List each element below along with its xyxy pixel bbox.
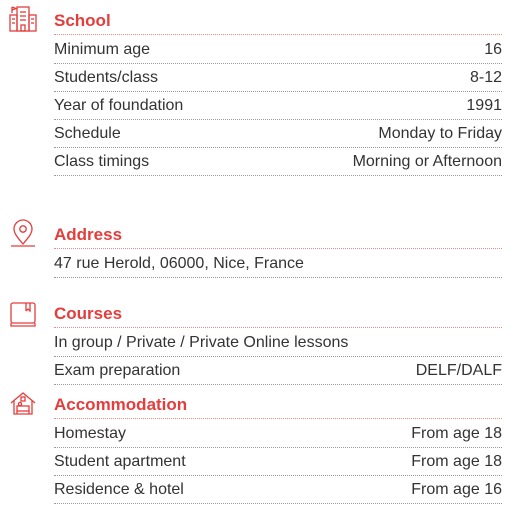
school-rows: Minimum age 16 Students/class 8-12 Year … bbox=[54, 36, 502, 176]
accommodation-section: Accommodation Homestay From age 18 Stude… bbox=[8, 390, 508, 518]
courses-rows: In group / Private / Private Online less… bbox=[54, 329, 502, 385]
courses-section: Courses In group / Private / Private Onl… bbox=[8, 298, 508, 392]
book-icon bbox=[8, 300, 38, 330]
row-value: From age 18 bbox=[411, 424, 502, 442]
row-label: Class timings bbox=[54, 152, 150, 170]
table-row: Minimum age 16 bbox=[54, 36, 502, 64]
table-row: In group / Private / Private Online less… bbox=[54, 329, 502, 357]
row-value: From age 16 bbox=[411, 480, 502, 498]
school-section: School Minimum age 16 Students/class 8-1… bbox=[8, 2, 508, 214]
section-title-accommodation: Accommodation bbox=[54, 392, 502, 419]
table-row: Residence & hotel From age 16 bbox=[54, 476, 502, 504]
address-rows: 47 rue Herold, 06000, Nice, France bbox=[54, 250, 502, 278]
table-row: Schedule Monday to Friday bbox=[54, 120, 502, 148]
row-label: Homestay bbox=[54, 424, 127, 442]
row-value: 16 bbox=[484, 40, 502, 58]
row-value: Morning or Afternoon bbox=[352, 152, 502, 170]
section-title-address: Address bbox=[54, 222, 502, 249]
row-label: Residence & hotel bbox=[54, 480, 184, 498]
row-label: Schedule bbox=[54, 124, 121, 142]
table-row: Student apartment From age 18 bbox=[54, 448, 502, 476]
row-label: Exam preparation bbox=[54, 361, 181, 379]
accommodation-rows: Homestay From age 18 Student apartment F… bbox=[54, 420, 502, 504]
table-row: Class timings Morning or Afternoon bbox=[54, 148, 502, 176]
address-text: 47 rue Herold, 06000, Nice, France bbox=[54, 254, 304, 272]
row-value: 8-12 bbox=[469, 68, 502, 86]
row-label: Minimum age bbox=[54, 40, 151, 58]
section-title-school: School bbox=[54, 8, 502, 35]
row-label: Year of foundation bbox=[54, 96, 184, 114]
row-value: DELF/DALF bbox=[415, 361, 502, 379]
row-value: From age 18 bbox=[411, 452, 502, 470]
table-row: Exam preparation DELF/DALF bbox=[54, 357, 502, 385]
school-building-icon bbox=[8, 4, 38, 34]
address-section: Address 47 rue Herold, 06000, Nice, Fran… bbox=[8, 218, 508, 290]
row-label: In group / Private / Private Online less… bbox=[54, 333, 349, 351]
row-value: Monday to Friday bbox=[378, 124, 502, 142]
section-title-courses: Courses bbox=[54, 301, 502, 328]
row-label: Students/class bbox=[54, 68, 159, 86]
table-row: Homestay From age 18 bbox=[54, 420, 502, 448]
row-label: Student apartment bbox=[54, 452, 186, 470]
table-row: Students/class 8-12 bbox=[54, 64, 502, 92]
house-bed-icon bbox=[8, 390, 38, 420]
row-value: 1991 bbox=[466, 96, 502, 114]
map-pin-icon bbox=[8, 218, 38, 248]
table-row: Year of foundation 1991 bbox=[54, 92, 502, 120]
address-row: 47 rue Herold, 06000, Nice, France bbox=[54, 250, 502, 278]
